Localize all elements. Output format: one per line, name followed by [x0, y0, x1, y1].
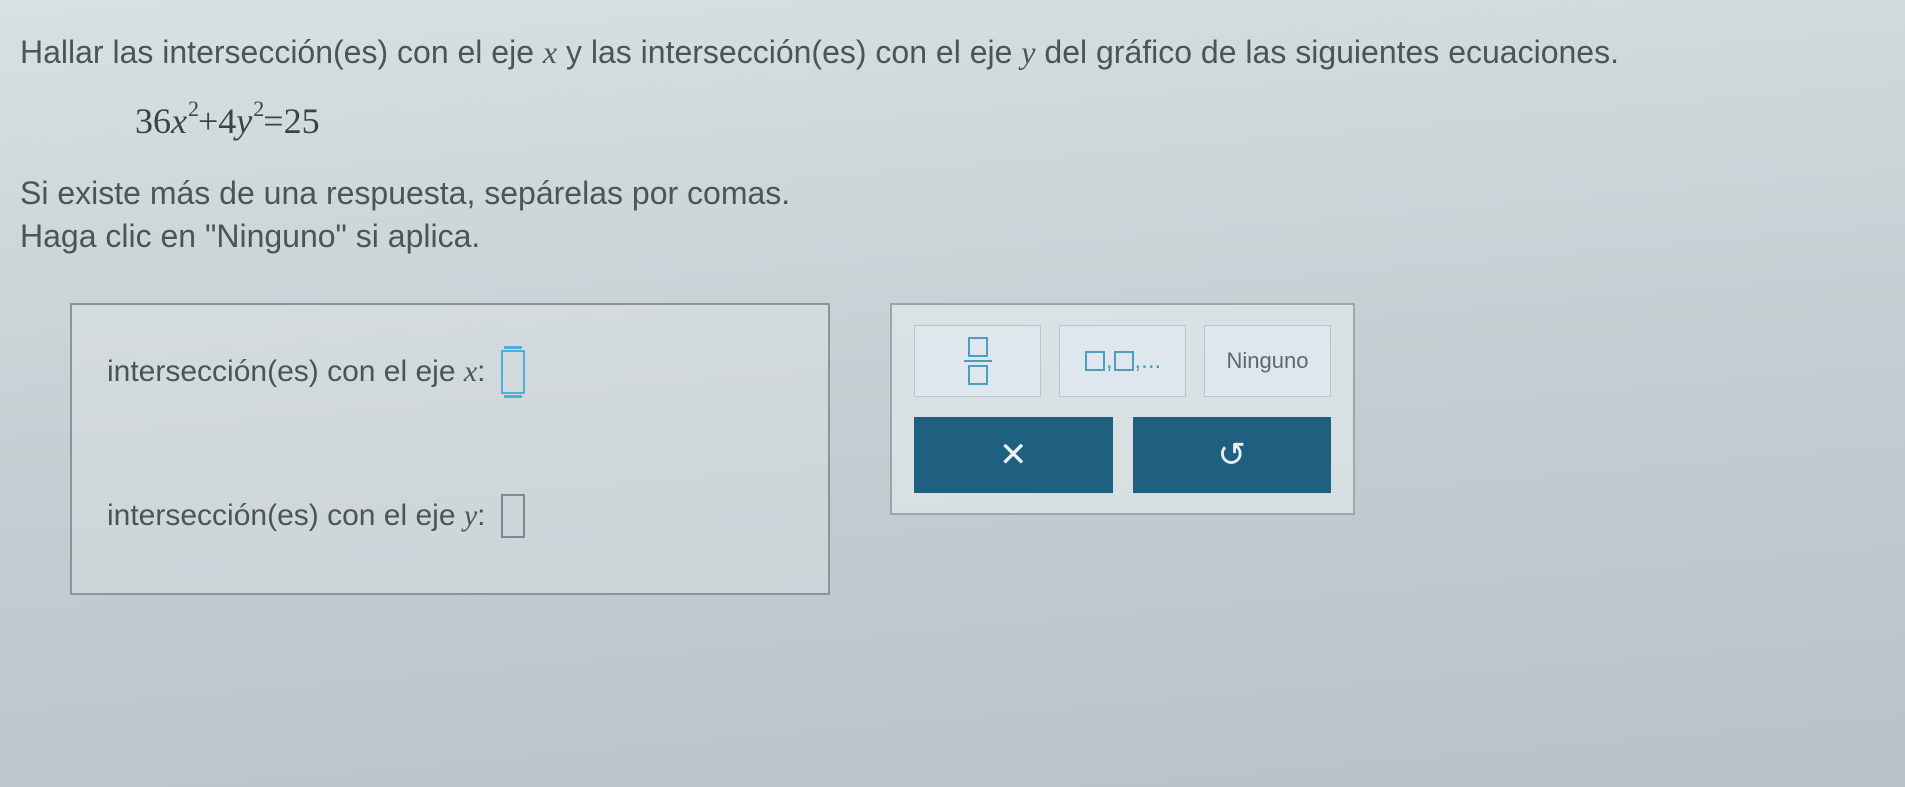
op-eq: =: [263, 100, 283, 142]
ninguno-button[interactable]: Ninguno: [1204, 325, 1331, 397]
clear-button[interactable]: ✕: [914, 417, 1113, 493]
question-part: Hallar las intersección(es) con el eje: [20, 34, 543, 70]
x-intercept-input[interactable]: [501, 350, 525, 394]
answer-area: intersección(es) con el eje x: intersecc…: [70, 303, 1885, 595]
coef: 4: [218, 100, 236, 142]
question-prompt: Hallar las intersección(es) con el eje x…: [20, 30, 1885, 75]
reset-icon: ↺: [1218, 435, 1247, 475]
fraction-icon: [964, 337, 992, 385]
var-x: x: [543, 34, 557, 70]
equation-display: 36x2 + 4y2 = 25: [135, 100, 1885, 142]
var: x: [171, 100, 187, 142]
list-box-icon: [1114, 351, 1134, 371]
instructions-block: Si existe más de una respuesta, sepárela…: [20, 172, 1885, 258]
var: y: [236, 100, 252, 142]
instruction-line: Si existe más de una respuesta, sepárela…: [20, 172, 1885, 215]
close-icon: ✕: [999, 435, 1028, 475]
exponent: 2: [188, 96, 199, 122]
input-palette: ,,... Ninguno ✕ ↺: [890, 303, 1355, 515]
list-button[interactable]: ,,...: [1059, 325, 1186, 397]
y-intercept-label: intersección(es) con el eje y:: [107, 499, 486, 533]
var-y: y: [1021, 34, 1035, 70]
y-intercept-row: intersección(es) con el eje y:: [107, 494, 793, 538]
fraction-button[interactable]: [914, 325, 1041, 397]
exponent: 2: [253, 96, 264, 122]
x-intercept-row: intersección(es) con el eje x:: [107, 350, 793, 394]
reset-button[interactable]: ↺: [1133, 417, 1332, 493]
palette-row-actions: ✕ ↺: [914, 417, 1331, 493]
x-intercept-label: intersección(es) con el eje x:: [107, 355, 486, 389]
coef: 36: [135, 100, 171, 142]
list-box-icon: [1085, 351, 1105, 371]
question-part: del gráfico de las siguientes ecuaciones…: [1036, 34, 1619, 70]
ninguno-label: Ninguno: [1227, 348, 1309, 374]
op-plus: +: [198, 100, 218, 142]
answer-box: intersección(es) con el eje x: intersecc…: [70, 303, 830, 595]
instruction-line: Haga clic en "Ninguno" si aplica.: [20, 215, 1885, 258]
rhs: 25: [284, 100, 320, 142]
question-part: y las intersección(es) con el eje: [557, 34, 1021, 70]
y-intercept-input[interactable]: [501, 494, 525, 538]
palette-row-tools: ,,... Ninguno: [914, 325, 1331, 397]
